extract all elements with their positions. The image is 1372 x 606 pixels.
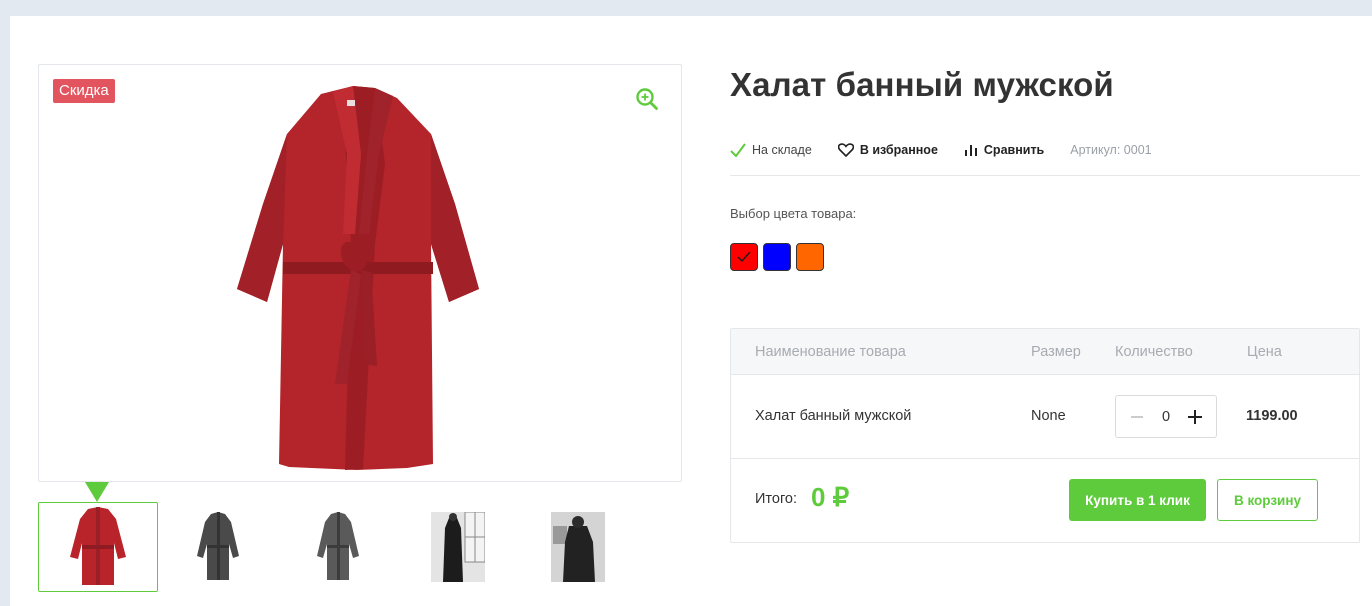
color-swatch-orange[interactable]: [796, 243, 824, 271]
check-icon: [730, 143, 746, 157]
active-thumb-pointer: [85, 482, 109, 502]
product-main-image[interactable]: Скидка: [38, 64, 682, 482]
stock-status: На складе: [730, 143, 812, 157]
order-table-header: Наименование товара Размер Количество Це…: [731, 329, 1359, 375]
thumbnail-grey-robe-1[interactable]: [158, 502, 278, 592]
robe-thumb-image: [70, 507, 126, 585]
row-price: 1199.00: [1246, 408, 1298, 424]
quantity-value[interactable]: 0: [1156, 409, 1176, 425]
robe-image: [237, 86, 479, 470]
row-product-name: Халат банный мужской: [755, 408, 912, 424]
row-size: None: [1031, 408, 1066, 424]
plus-icon[interactable]: [1184, 406, 1206, 428]
color-swatches: [730, 243, 829, 271]
article-number: Артикул: 0001: [1070, 143, 1152, 157]
divider: [730, 175, 1360, 176]
selected-check-icon: [737, 251, 751, 263]
product-title: Халат банный мужской: [730, 66, 1114, 103]
robe-thumb-image: [197, 512, 239, 580]
total-label: Итого:: [755, 491, 798, 507]
order-table: Наименование товара Размер Количество Це…: [730, 328, 1360, 543]
product-meta-row: На складе В избранное Сравнить Артикул: …: [730, 138, 1152, 162]
photo-thumb-image: [431, 512, 485, 582]
thumbnail-photo-man-2[interactable]: [518, 502, 638, 592]
compare-link[interactable]: Сравнить: [964, 143, 1044, 157]
buy-one-click-button[interactable]: Купить в 1 клик: [1069, 479, 1206, 521]
photo-thumb-image: [551, 512, 605, 582]
compare-label: Сравнить: [983, 143, 1045, 157]
header-price: Цена: [1247, 344, 1282, 360]
header-quantity: Количество: [1115, 344, 1193, 360]
table-row: Халат банный мужской None 0 1199.00: [731, 375, 1359, 459]
discount-badge: Скидка: [53, 79, 115, 103]
add-to-favorites-link[interactable]: В избранное: [837, 143, 938, 157]
header-name: Наименование товара: [755, 344, 906, 360]
color-picker-label: Выбор цвета товара:: [730, 206, 857, 221]
bar-chart-icon: [964, 145, 977, 156]
thumbnail-grey-robe-2[interactable]: [278, 502, 398, 592]
total-value: 0 ₽: [811, 482, 850, 512]
robe-thumb-image: [317, 512, 359, 580]
thumbnail-photo-man-1[interactable]: [398, 502, 518, 592]
quantity-stepper[interactable]: 0: [1115, 395, 1217, 438]
zoom-in-icon[interactable]: [634, 86, 660, 112]
heart-icon: [837, 143, 854, 157]
color-swatch-blue[interactable]: [763, 243, 791, 271]
header-size: Размер: [1031, 344, 1081, 360]
minus-icon[interactable]: [1126, 406, 1148, 428]
stock-label: На складе: [752, 143, 812, 157]
add-to-cart-button[interactable]: В корзину: [1217, 479, 1318, 521]
thumbnail-red-robe[interactable]: [38, 502, 158, 592]
favorites-label: В избранное: [859, 143, 938, 157]
color-swatch-red[interactable]: [730, 243, 758, 271]
